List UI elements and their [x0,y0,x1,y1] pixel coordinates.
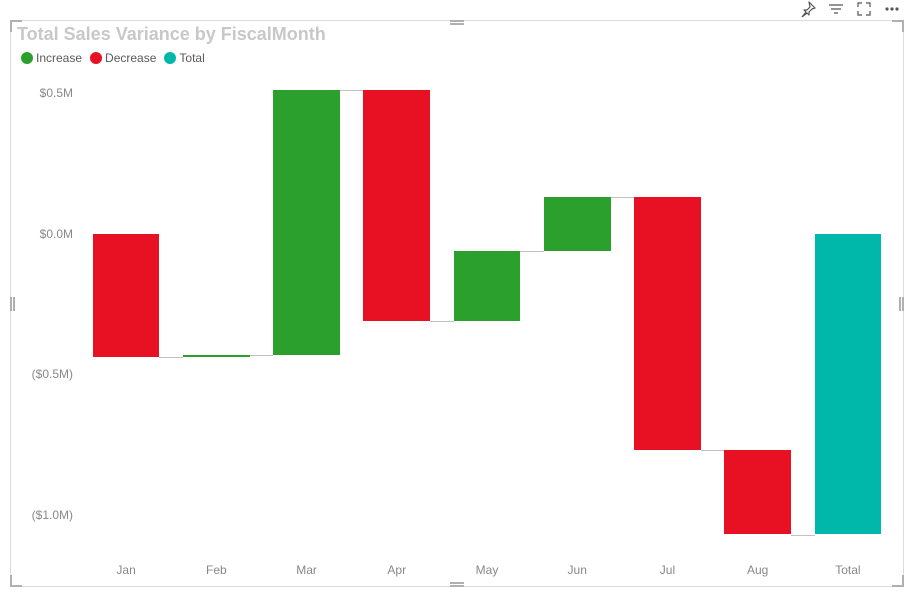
connector-line [520,251,543,252]
connector-line [159,357,182,358]
x-tick-label: Feb [206,563,227,577]
bar-increase[interactable] [454,251,521,321]
bar-decrease[interactable] [724,450,791,534]
legend-label: Decrease [105,51,156,65]
bar-decrease[interactable] [634,197,701,450]
resize-handle-right[interactable] [902,297,904,311]
resize-handle-tr[interactable] [892,20,904,32]
resize-handle-bl[interactable] [10,575,22,587]
bar-increase[interactable] [544,197,611,250]
x-tick-label: Jul [660,563,675,577]
plot-area[interactable]: $0.5M$0.0M($0.5M)($1.0M)JanFebMarAprMayJ… [81,79,893,557]
x-tick-label: Aug [747,563,768,577]
x-tick-label: Apr [387,563,406,577]
y-tick-label: ($1.0M) [32,508,73,522]
connector-line [791,535,814,536]
chart-tile: Total Sales Variance by FiscalMonth Incr… [10,20,904,587]
connector-line [250,355,273,356]
legend-swatch [90,52,102,64]
legend-item[interactable]: Total [164,51,204,65]
connector-line [340,90,363,91]
bar-increase[interactable] [273,90,340,354]
y-tick-label: ($0.5M) [32,367,73,381]
y-tick-label: $0.0M [40,227,73,241]
legend: Increase Decrease Total [21,51,209,65]
chart-title: Total Sales Variance by FiscalMonth [17,24,326,45]
connector-line [430,321,453,322]
x-tick-label: Jan [116,563,135,577]
connector-line [701,450,724,451]
legend-label: Increase [36,51,82,65]
legend-item[interactable]: Increase [21,51,82,65]
pin-icon[interactable] [800,1,816,17]
bar-decrease[interactable] [363,90,430,321]
x-tick-label: Mar [296,563,317,577]
resize-handle-br[interactable] [892,575,904,587]
visual-toolbar [800,1,900,17]
resize-handle-top[interactable] [450,20,464,22]
x-tick-label: Jun [568,563,587,577]
y-tick-label: $0.5M [40,86,73,100]
bar-increase[interactable] [183,355,250,358]
bar-decrease[interactable] [93,234,160,358]
filter-icon[interactable] [828,1,844,17]
legend-label: Total [179,51,204,65]
connector-line [611,197,634,198]
resize-handle-left[interactable] [10,297,12,311]
x-tick-label: Total [835,563,860,577]
x-tick-label: May [476,563,499,577]
bar-total[interactable] [815,234,882,535]
legend-swatch [164,52,176,64]
focus-mode-icon[interactable] [856,1,872,17]
more-options-icon[interactable] [884,1,900,17]
resize-handle-bottom[interactable] [450,585,464,587]
legend-item[interactable]: Decrease [90,51,156,65]
legend-swatch [21,52,33,64]
